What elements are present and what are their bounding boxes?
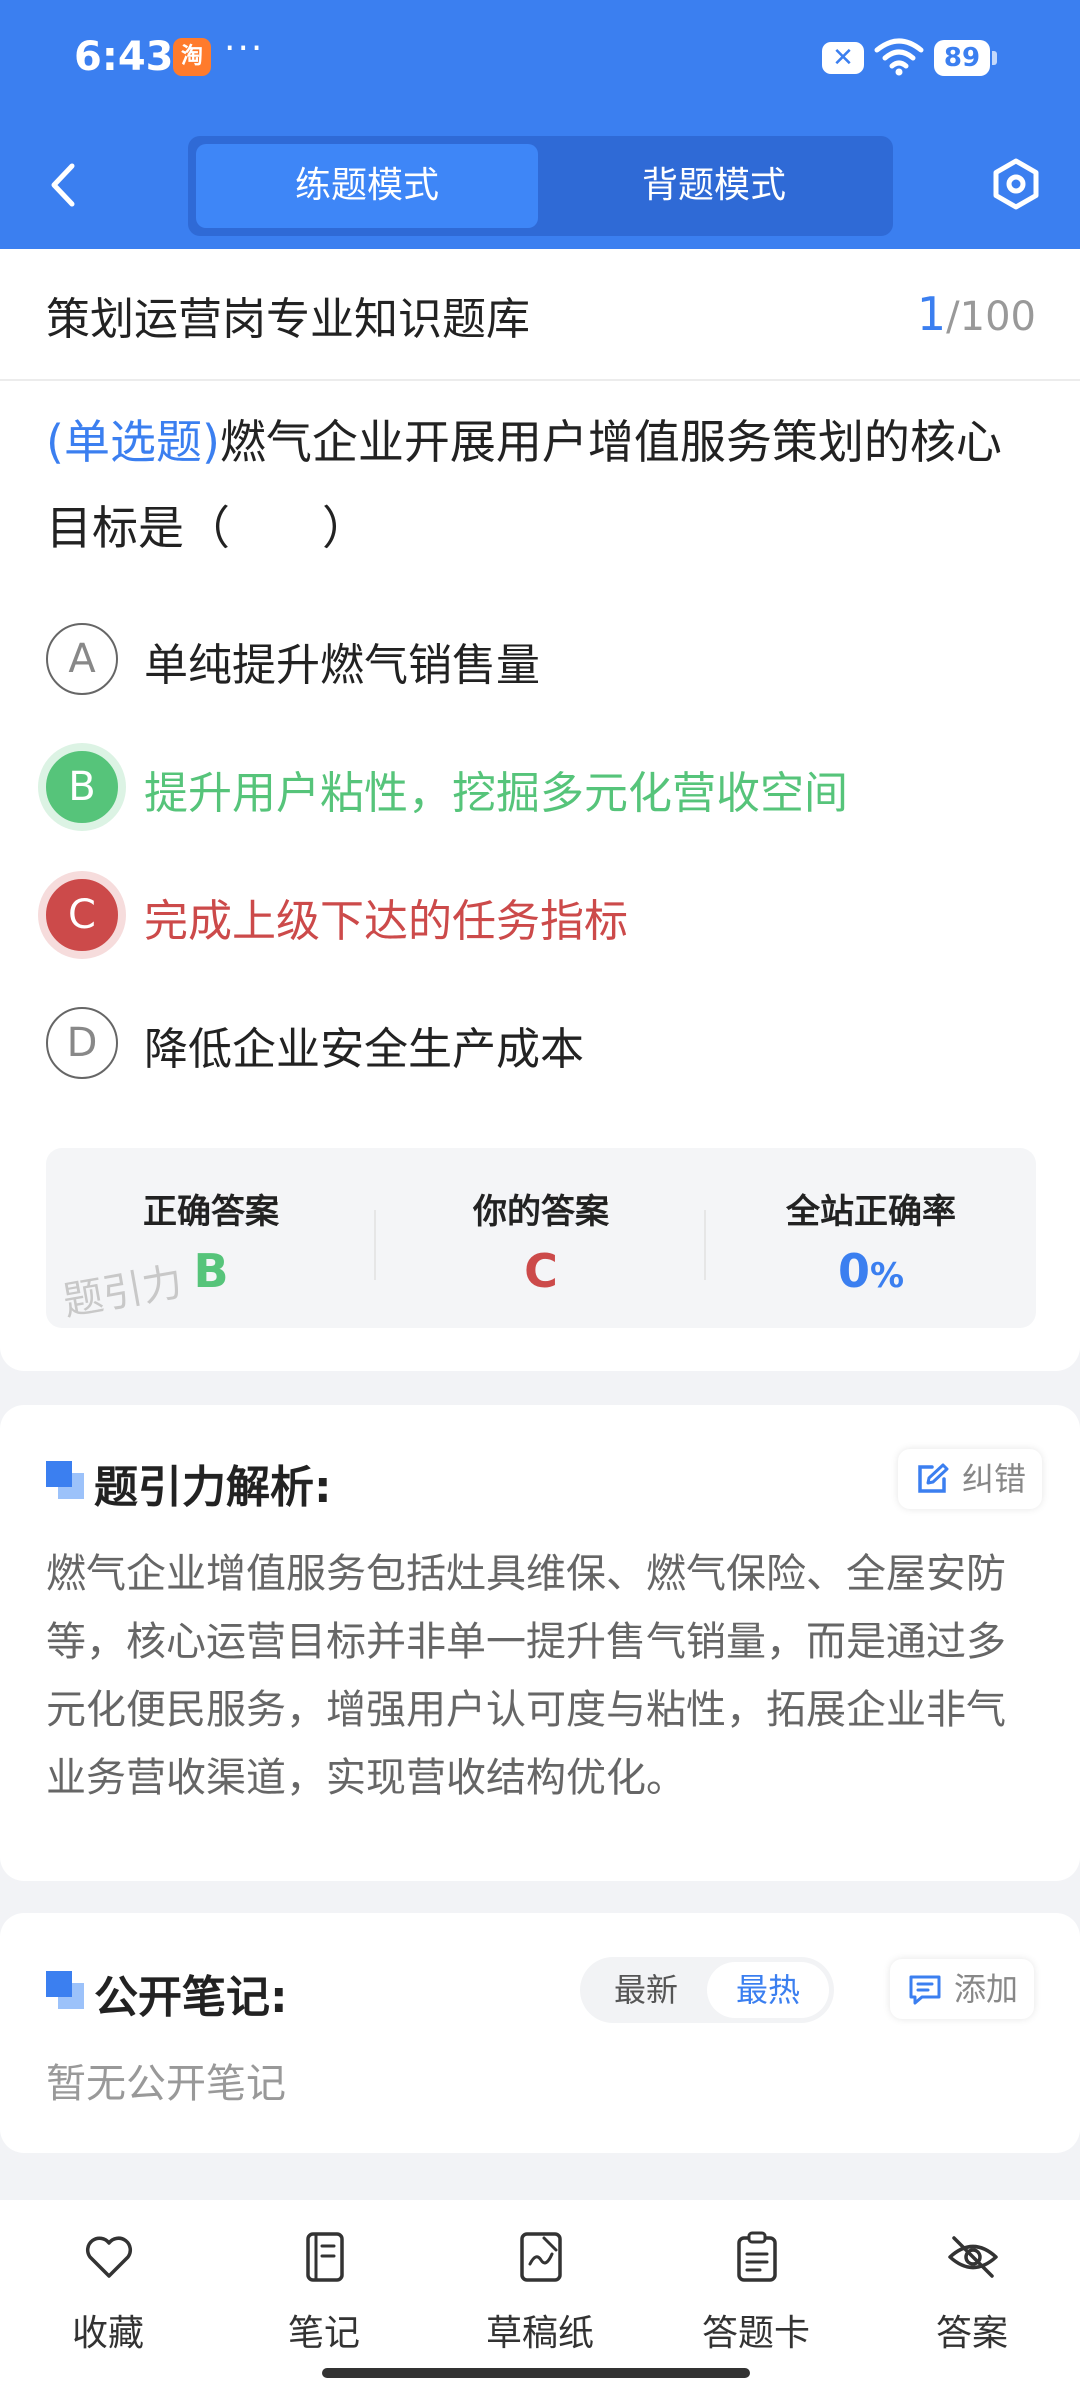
option-text: 单纯提升燃气销售量	[144, 640, 540, 691]
sort-latest-tab[interactable]: 最新	[585, 1962, 707, 2018]
option-c[interactable]: C 完成上级下达的任务指标	[46, 879, 1036, 955]
option-letter: D	[46, 1007, 118, 1079]
notes-sort-tabs: 最新 最热	[580, 1957, 834, 2023]
nav-label: 草稿纸	[485, 2313, 594, 2354]
progress-total: /100	[946, 294, 1036, 340]
nav-draft-paper[interactable]: 草稿纸	[460, 2230, 620, 2370]
your-answer-stat: 你的答案 C	[376, 1148, 706, 1328]
back-arrow-icon[interactable]	[44, 162, 84, 208]
settings-hexagon-icon[interactable]	[990, 158, 1042, 210]
correct-answer-stat: 正确答案 B 题引力	[46, 1148, 376, 1328]
question-panel: 策划运营岗专业知识题库 1/100 (单选题)燃气企业开展用户增值服务策划的核心…	[0, 249, 1080, 1371]
question-type: (单选题)	[46, 415, 220, 469]
question-stem: (单选题)燃气企业开展用户增值服务策划的核心目标是（ ）	[46, 399, 1041, 571]
progress-current: 1	[916, 287, 947, 341]
your-answer-value: C	[524, 1244, 558, 1298]
add-note-label: 添加	[954, 1970, 1019, 2008]
analysis-text: 燃气企业增值服务包括灶具维保、燃气保险、全屋安防等，核心运营目标并非单一提升售气…	[46, 1551, 1006, 1801]
draft-paper-icon	[520, 2232, 562, 2282]
add-note-button[interactable]: 添加	[890, 1959, 1035, 2019]
your-answer-label: 你的答案	[473, 1192, 609, 1232]
home-indicator	[322, 2368, 750, 2378]
wifi-icon	[874, 38, 924, 76]
option-d[interactable]: D 降低企业安全生产成本	[46, 1007, 1036, 1083]
nav-favorite[interactable]: 收藏	[28, 2230, 188, 2370]
nav-label: 答案	[935, 2313, 1008, 2354]
comment-icon	[909, 1975, 941, 2005]
notes-title: 公开笔记:	[94, 1972, 288, 2023]
option-text: 完成上级下达的任务指标	[144, 896, 628, 947]
accuracy-stat: 全站正确率 0%	[706, 1148, 1036, 1328]
accuracy-label: 全站正确率	[786, 1192, 956, 1232]
sort-hot-tab[interactable]: 最热	[707, 1962, 829, 2018]
app-header: 6:43 淘 ··· ✕ 89 练题模式 背题模式	[0, 0, 1080, 249]
answer-summary: 正确答案 B 题引力 你的答案 C 全站正确率 0%	[46, 1148, 1036, 1328]
edit-icon	[918, 1463, 949, 1493]
tab-memorize-mode[interactable]: 背题模式	[543, 144, 885, 228]
question-progress: 1/100	[917, 287, 1036, 341]
option-text: 提升用户粘性，挖掘多元化营收空间	[144, 768, 848, 819]
section-squares-icon	[46, 1971, 86, 2011]
nav-answer-card[interactable]: 答题卡	[676, 2230, 836, 2370]
report-error-button[interactable]: 纠错	[898, 1449, 1043, 1509]
nav-notes[interactable]: 笔记	[244, 2230, 404, 2370]
nav-label: 收藏	[71, 2313, 144, 2354]
accuracy-unit: %	[869, 1256, 905, 1296]
analysis-title: 题引力解析:	[94, 1462, 332, 1513]
eye-off-icon	[948, 2236, 998, 2278]
divider	[0, 379, 1080, 381]
nav-show-answer[interactable]: 答案	[892, 2230, 1052, 2370]
question-bank-title: 策划运营岗专业知识题库	[46, 294, 530, 345]
section-squares-icon	[46, 1461, 86, 1501]
report-error-label: 纠错	[962, 1460, 1027, 1498]
option-text: 降低企业安全生产成本	[144, 1024, 584, 1075]
option-letter: B	[46, 751, 118, 823]
heart-icon	[85, 2236, 133, 2278]
mobile-signal-off-icon: ✕	[822, 42, 864, 74]
more-notifications-icon: ···	[224, 28, 265, 69]
accuracy-number: 0	[837, 1244, 870, 1298]
status-time: 6:43	[74, 34, 174, 80]
accuracy-value: 0%	[706, 1244, 1036, 1298]
battery-indicator: 89	[934, 40, 997, 76]
answer-card-icon	[737, 2231, 777, 2282]
option-letter: C	[46, 879, 118, 951]
correct-answer-label: 正确答案	[143, 1192, 279, 1232]
nav-label: 答题卡	[701, 2313, 810, 2354]
public-notes-panel: 公开笔记: 最新 最热 添加 暂无公开笔记	[0, 1913, 1080, 2153]
nav-label: 笔记	[287, 2313, 360, 2354]
taobao-app-icon: 淘	[173, 38, 211, 76]
tab-practice-mode[interactable]: 练题模式	[196, 144, 538, 228]
empty-notes-text: 暂无公开笔记	[46, 2061, 286, 2107]
option-b[interactable]: B 提升用户粘性，挖掘多元化营收空间	[46, 751, 1036, 827]
option-a[interactable]: A 单纯提升燃气销售量	[46, 623, 1036, 699]
mode-switch: 练题模式 背题模式	[188, 136, 893, 236]
analysis-panel: 题引力解析: 纠错 燃气企业增值服务包括灶具维保、燃气保险、全屋安防等，核心运营…	[0, 1405, 1080, 1881]
option-letter: A	[46, 623, 118, 695]
notebook-icon	[306, 2232, 344, 2282]
